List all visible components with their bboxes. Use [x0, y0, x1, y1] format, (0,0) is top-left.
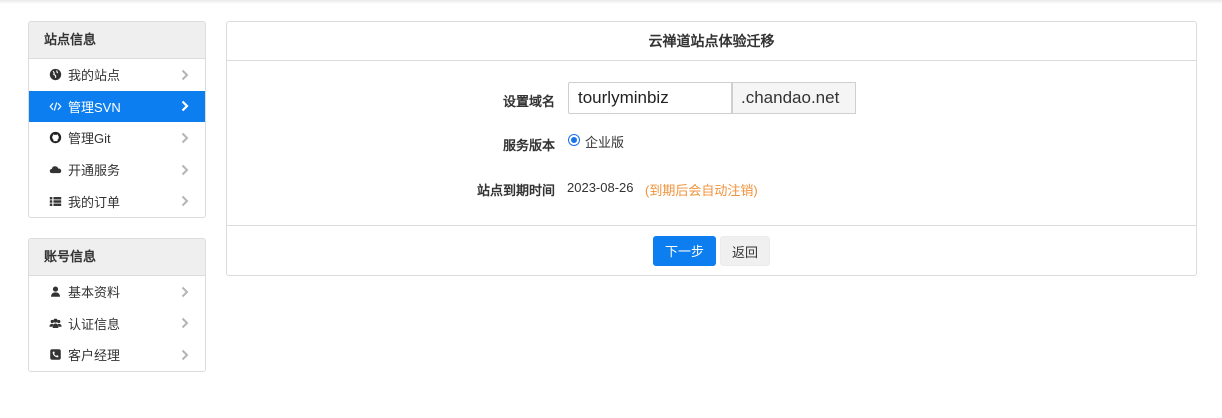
migration-panel: 云禅道站点体验迁移 设置域名 .chandao.net 服务版本 企业版 站点到… [226, 21, 1197, 276]
globe-icon [48, 68, 62, 82]
sidebar-item-label: 基本资料 [68, 285, 121, 301]
phone-icon [48, 348, 62, 362]
chevron-right-icon [181, 163, 191, 177]
users-icon [48, 316, 62, 330]
sidebar-item-label: 管理SVN [68, 99, 121, 115]
version-radio[interactable] [568, 134, 580, 146]
account-info-title: 账号信息 [29, 239, 205, 276]
domain-label: 设置域名 [502, 94, 555, 109]
sidebar-item-my-sites[interactable]: 我的站点 [29, 59, 205, 91]
sidebar-item-basic-profile[interactable]: 基本资料 [29, 276, 205, 308]
sidebar-item-my-orders[interactable]: 我的订单 [29, 185, 205, 217]
version-option-label[interactable]: 企业版 [585, 132, 624, 151]
chevron-right-icon [181, 348, 191, 362]
chevron-right-icon [181, 68, 191, 82]
expire-date: 2023-08-26 [567, 180, 634, 195]
top-shadow [0, 0, 1222, 4]
sidebar-item-label: 客户经理 [68, 348, 121, 364]
sidebar-item-label: 我的站点 [68, 68, 121, 84]
chevron-right-icon [181, 194, 191, 208]
footer-divider [227, 225, 1196, 226]
chevron-right-icon [181, 285, 191, 299]
sidebar-item-label: 管理Git [68, 131, 111, 147]
chevron-right-icon [181, 316, 191, 330]
next-button[interactable]: 下一步 [653, 236, 716, 266]
site-info-title: 站点信息 [29, 22, 205, 59]
user-icon [48, 285, 62, 299]
page-title: 云禅道站点体验迁移 [227, 22, 1196, 61]
github-icon [48, 131, 62, 145]
code-icon [48, 99, 62, 113]
site-info-panel: 站点信息 我的站点 管理SVN 管理Git 开通服务 我的订单 [28, 21, 206, 218]
sidebar-item-label: 我的订单 [68, 194, 121, 210]
sidebar-item-account-manager[interactable]: 客户经理 [29, 339, 205, 371]
sidebar-item-label: 认证信息 [68, 316, 121, 332]
sidebar-item-label: 开通服务 [68, 163, 121, 179]
domain-input[interactable] [568, 82, 732, 114]
list-icon [48, 194, 62, 208]
version-label: 服务版本 [502, 138, 555, 153]
account-info-panel: 账号信息 基本资料 认证信息 客户经理 [28, 238, 206, 372]
chevron-right-icon [181, 99, 191, 113]
chevron-right-icon [181, 131, 191, 145]
back-button[interactable]: 返回 [720, 236, 770, 266]
sidebar-item-manage-git[interactable]: 管理Git [29, 122, 205, 154]
sidebar-item-verification[interactable]: 认证信息 [29, 308, 205, 340]
sidebar-item-manage-svn[interactable]: 管理SVN [29, 90, 205, 123]
expire-label: 站点到期时间 [476, 183, 555, 198]
expire-note: (到期后会自动注销) [645, 183, 758, 198]
sidebar-item-open-service[interactable]: 开通服务 [29, 154, 205, 186]
domain-suffix: .chandao.net [732, 82, 856, 114]
cloud-icon [48, 163, 62, 177]
radio-dot [571, 137, 577, 143]
